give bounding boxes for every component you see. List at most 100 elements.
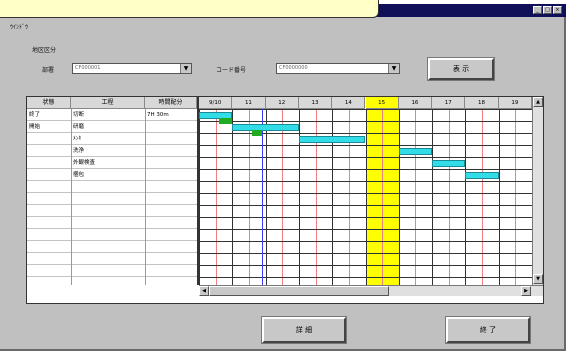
code-select[interactable]: CF0000000 ▼ [276, 63, 400, 74]
cell-time [145, 229, 197, 241]
cell-process [71, 265, 145, 277]
cell-status [27, 133, 71, 145]
schedule-bar[interactable] [465, 172, 499, 179]
cell-process [71, 181, 145, 193]
gridline [199, 193, 532, 194]
chevron-down-icon[interactable]: ▼ [180, 64, 191, 73]
gridline [199, 205, 532, 206]
table-row[interactable]: 終了 切断 7H 30m [27, 109, 197, 121]
department-value: CF000001 [75, 65, 101, 71]
window-controls: _ □ × [533, 6, 562, 14]
date-column-header: 18 [465, 97, 499, 109]
gridline [199, 181, 532, 182]
chevron-down-icon[interactable]: ▼ [388, 64, 399, 73]
schedule-bar[interactable] [398, 148, 433, 155]
cell-status [27, 217, 71, 229]
gridline-red [415, 109, 417, 285]
gridline [365, 109, 367, 285]
table-row[interactable] [27, 205, 197, 217]
gridline [199, 241, 532, 242]
cell-status [27, 181, 71, 193]
table-row[interactable] [27, 181, 197, 193]
table-row[interactable]: 梱包 [27, 169, 197, 181]
gridline-red [482, 109, 484, 285]
cell-process [71, 217, 145, 229]
cell-time [145, 145, 197, 157]
gridline [465, 109, 467, 285]
scroll-up-arrow-icon[interactable]: ▲ [533, 97, 543, 107]
table-row[interactable] [27, 265, 197, 277]
cell-process: 外観検査 [73, 160, 96, 166]
table-row[interactable] [27, 253, 197, 265]
close-window-button[interactable]: × [553, 6, 562, 14]
department-select[interactable]: CF000001 ▼ [72, 63, 192, 74]
cell-time [145, 265, 197, 277]
schedule-bar[interactable] [432, 160, 466, 167]
gridline [199, 109, 200, 285]
cell-process: 梱包 [73, 172, 85, 178]
scroll-right-arrow-icon[interactable]: ▶ [521, 286, 531, 296]
table-row[interactable]: 外観検査 [27, 157, 197, 169]
table-row[interactable] [27, 193, 197, 205]
gridline [199, 253, 532, 254]
actual-progress-mark [252, 130, 263, 136]
date-column-header: 17 [432, 97, 466, 109]
cell-time [145, 205, 197, 217]
gridline [265, 109, 267, 285]
scroll-left-arrow-icon[interactable]: ◀ [199, 286, 209, 296]
gridline [498, 109, 500, 285]
cell-status [27, 253, 71, 265]
gridline [398, 109, 400, 285]
schedule-bar[interactable] [298, 136, 366, 143]
table-row[interactable] [27, 229, 197, 241]
cell-time [145, 157, 197, 169]
gridline-red [282, 109, 284, 285]
gridline [199, 277, 532, 278]
gridline-red [448, 109, 450, 285]
gridline-red [515, 109, 517, 285]
cell-status [27, 157, 71, 169]
cell-time [145, 193, 197, 205]
progress-line [262, 109, 264, 285]
cell-process [71, 229, 145, 241]
cell-process [71, 193, 145, 205]
cell-process: 洗浄 [73, 148, 85, 154]
minimize-button[interactable]: _ [533, 6, 542, 14]
date-column-header: 19 [498, 97, 532, 109]
gantt-chart: 9/10 11 12 13 14 15 16 17 18 19 [199, 97, 532, 285]
date-column-header: 14 [332, 97, 366, 109]
code-label: コード番号 [216, 67, 247, 74]
detail-button[interactable]: 詳 細 [261, 316, 347, 344]
cell-time [145, 217, 197, 229]
table-row[interactable]: 開始 研磨 [27, 121, 197, 133]
table-row[interactable]: ﾒﾝｷ [27, 133, 197, 145]
schedule-bar[interactable] [232, 124, 299, 131]
cell-time [145, 121, 197, 133]
cell-status: 終了 [29, 112, 41, 118]
process-table: 状態 工程 時間配分 終了 切断 7H 30m 開始 研磨 ﾒﾝｷ 洗浄 外観検査 梱包 [27, 97, 199, 285]
maximize-button[interactable]: □ [543, 6, 552, 14]
scroll-thumb[interactable] [209, 286, 389, 296]
gridline [199, 169, 532, 170]
cell-status [27, 205, 71, 217]
show-button[interactable]: 表 示 [427, 57, 495, 81]
gridline [199, 265, 532, 266]
date-column-header: 12 [265, 97, 299, 109]
cell-status [27, 241, 71, 253]
table-row[interactable] [27, 241, 197, 253]
horizontal-scrollbar[interactable]: ◀ ▶ [199, 285, 543, 296]
cell-process: 切断 [73, 112, 85, 118]
table-row[interactable]: 洗浄 [27, 145, 197, 157]
vertical-scrollbar[interactable]: ▲ ▼ [532, 97, 543, 285]
scroll-down-arrow-icon[interactable]: ▼ [533, 274, 543, 284]
gridline [199, 157, 532, 158]
table-row[interactable] [27, 217, 197, 229]
close-button[interactable]: 終 了 [445, 316, 531, 344]
cell-status: 開始 [29, 124, 41, 130]
gridline-red [248, 109, 250, 285]
dialog-window: ｳｲﾝﾄﾞｳ 地区区分 部署 CF000001 ▼ コード番号 CF000000… [0, 17, 566, 351]
gridline [232, 109, 234, 285]
section-label: 地区区分 [32, 47, 57, 54]
code-value: CF0000000 [279, 65, 308, 71]
cell-status [27, 145, 71, 157]
